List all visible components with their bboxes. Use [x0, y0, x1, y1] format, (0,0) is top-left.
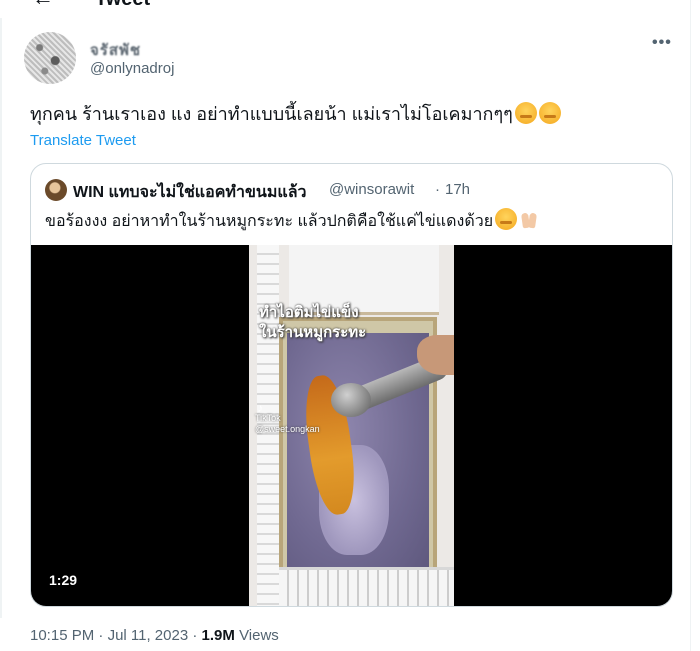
smiling-face-emoji-icon — [495, 208, 518, 230]
smiling-face-emoji-icon — [514, 102, 537, 124]
video-caption-line2: ในร้านหมูกระทะ — [259, 324, 367, 341]
quoted-separator: · — [435, 181, 440, 198]
translate-tweet-link[interactable]: Translate Tweet — [30, 132, 136, 149]
quoted-tweet-text: ขอร้องงง อย่าหาทำในร้านหมูกระทะ แล้วปกติ… — [45, 208, 539, 233]
quoted-author-avatar — [45, 179, 67, 201]
video-duration: 1:29 — [49, 572, 78, 588]
arrow-left-icon[interactable]: ← — [32, 0, 54, 10]
author-handle[interactable]: @onlynadroj — [90, 60, 174, 77]
tiktok-watermark: TikTok @sweet.ongkan — [255, 413, 320, 435]
watermark-line2: @sweet.ongkan — [255, 424, 320, 434]
smiling-face-emoji-icon — [538, 102, 561, 124]
tweet-time[interactable]: 10:15 PM — [30, 627, 94, 644]
folded-hands-emoji-icon — [519, 210, 539, 230]
views-label: Views — [239, 627, 279, 644]
author-display-name[interactable]: จรัสพัช — [90, 38, 141, 62]
column-divider-left — [0, 18, 2, 618]
video-caption-line1: ทำไอติมไข่แข็ง — [259, 304, 359, 321]
views-count: 1.9M — [201, 627, 235, 644]
author-avatar[interactable] — [24, 32, 76, 84]
tweet-date[interactable]: Jul 11, 2023 — [108, 627, 189, 644]
quoted-tweet-card[interactable]: WIN แทบจะไม่ใช่แอคทำขนมแล้ว @winsorawit … — [30, 163, 673, 607]
tweet-text-content: ทุกคน ร้านเราเอง แง อย่าทำแบบนี้เลยน้า แ… — [30, 104, 513, 124]
video-caption: ทำไอติมไข่แข็งในร้านหมูกระทะ — [259, 303, 366, 343]
page-title: Tweet — [95, 0, 150, 11]
freezer-rack — [279, 567, 454, 606]
scoop-head — [331, 383, 371, 417]
quoted-text-content: ขอร้องงง อย่าหาทำในร้านหมูกระทะ แล้วปกติ… — [45, 213, 494, 230]
meta-separator: · — [192, 627, 198, 644]
video-player[interactable]: ทำไอติมไข่แข็ง ในร้านหมูกระทะ ♪ TikTok @sw… — [31, 245, 672, 606]
quoted-author-name: WIN แทบจะไม่ใช่แอคทำขนมแล้ว — [73, 184, 307, 201]
tweet-text: ทุกคน ร้านเราเอง แง อย่าทำแบบนี้เลยน้า แ… — [30, 102, 561, 126]
quoted-timestamp: 17h — [445, 181, 471, 198]
tweet-metadata: 10:15 PM · Jul 11, 2023 · 1.9M Views — [30, 627, 279, 644]
column-divider-right — [690, 0, 691, 651]
watermark-line1: TikTok — [255, 413, 281, 423]
video-frame: ทำไอติมไข่แข็ง ในร้านหมูกระทะ ♪ TikTok @sw… — [249, 245, 454, 606]
quoted-author-handle: @winsorawit — [329, 181, 415, 198]
top-bar: ← Tweet — [0, 0, 700, 14]
more-horizontal-icon[interactable]: ••• — [652, 34, 672, 52]
meta-separator: · — [98, 627, 104, 644]
